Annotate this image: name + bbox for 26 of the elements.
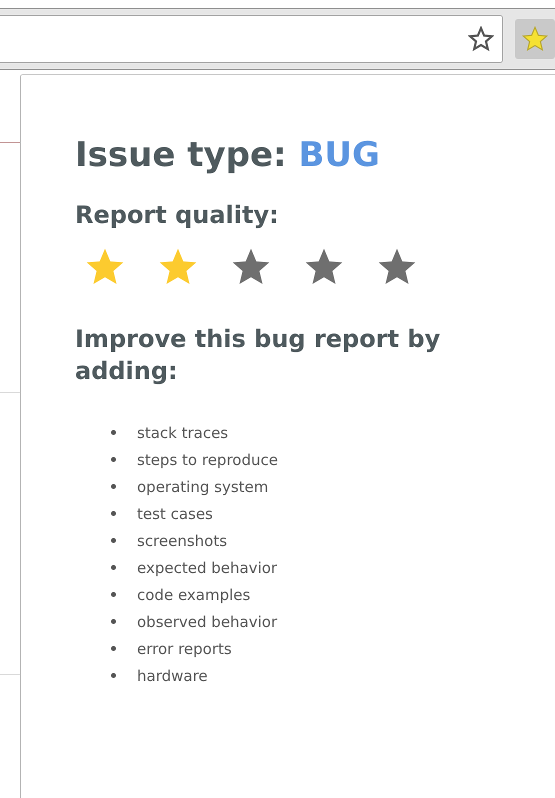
star-icon — [521, 25, 549, 53]
bullet-icon — [111, 511, 116, 516]
bullet-icon — [111, 673, 116, 678]
suggestion-text: test cases — [137, 504, 213, 522]
extension-button[interactable] — [515, 19, 555, 59]
bookmark-star-icon[interactable] — [468, 26, 494, 52]
bullet-icon — [111, 484, 116, 489]
suggestion-text: stack traces — [137, 424, 228, 442]
suggestion-text: observed behavior — [137, 612, 278, 630]
bullet-icon — [111, 538, 116, 543]
improve-heading: Improve this bug report by adding: — [75, 324, 442, 387]
bullet-icon — [111, 430, 116, 435]
bullet-icon — [111, 457, 116, 462]
report-quality-label: Report quality: — [75, 200, 280, 231]
suggestion-text: expected behavior — [137, 558, 278, 576]
suggestion-text: steps to reproduce — [137, 450, 278, 468]
suggestion-text: operating system — [137, 478, 268, 496]
issue-type-heading: Issue type: BUG — [75, 134, 381, 177]
suggestion-text: code examples — [137, 586, 250, 604]
suggestion-text: error reports — [137, 640, 232, 658]
bullet-icon — [111, 619, 116, 624]
suggestion-text: screenshots — [137, 532, 228, 550]
suggestion-text: hardware — [137, 666, 208, 684]
bullet-icon — [111, 646, 116, 651]
bullet-icon — [111, 565, 116, 570]
bullet-icon — [111, 592, 116, 597]
